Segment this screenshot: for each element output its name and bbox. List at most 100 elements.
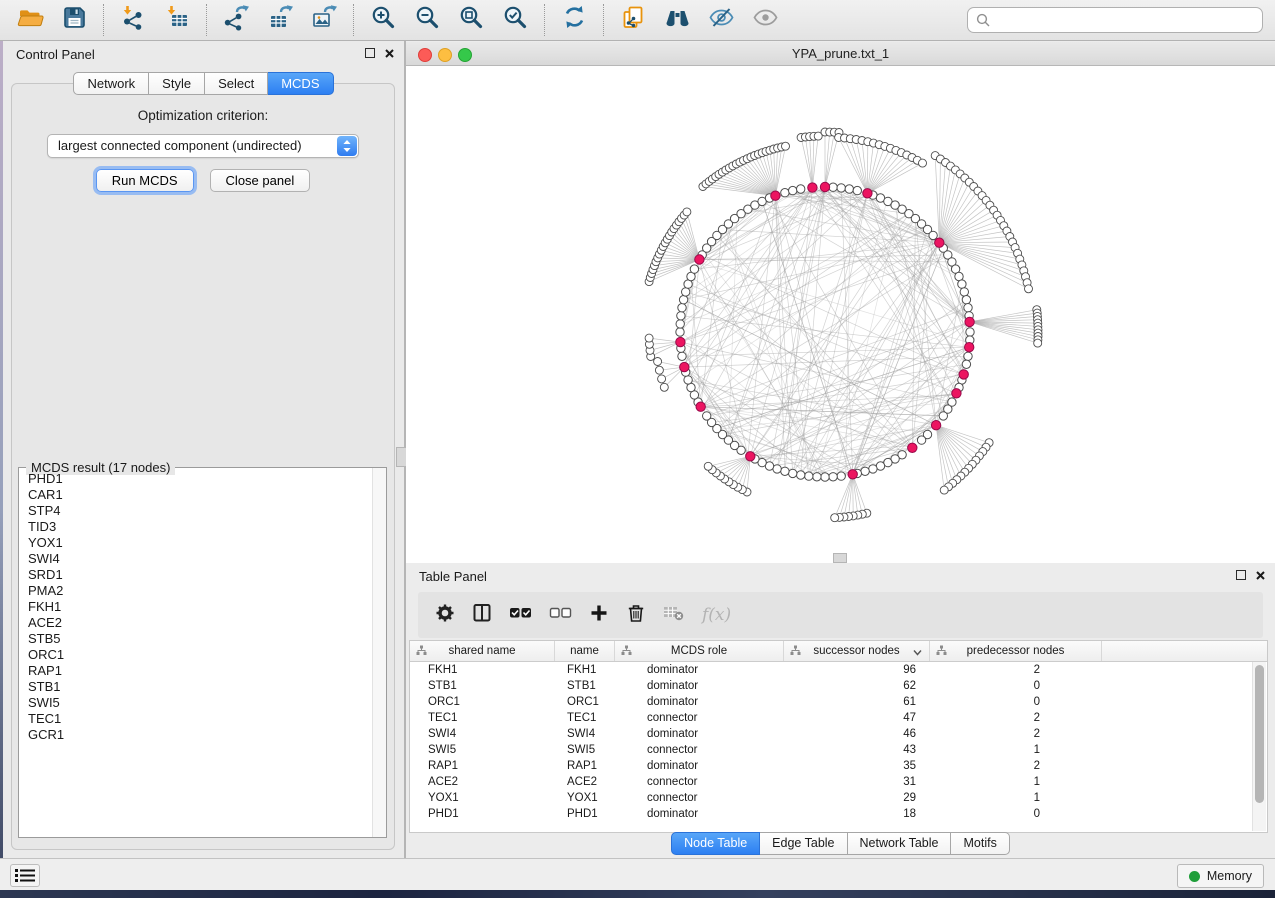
network-canvas[interactable] [406,66,1275,563]
tab-style[interactable]: Style [149,72,205,95]
tab-edge-table[interactable]: Edge Table [760,832,847,855]
mcds-result-item[interactable]: YOX1 [20,535,372,551]
open-file-button[interactable] [13,3,47,37]
fit-content-button[interactable] [454,3,488,37]
mcds-hub-node[interactable] [695,255,704,264]
float-table-panel-icon[interactable] [1236,570,1246,580]
mcds-result-item[interactable]: ACE2 [20,615,372,631]
close-table-panel-icon[interactable] [1256,571,1265,580]
mcds-result-item[interactable]: SWI4 [20,551,372,567]
search-box[interactable] [967,7,1263,33]
deselect-all-button[interactable] [549,605,572,626]
table-row[interactable]: RAP1RAP1dominator352 [410,758,1267,774]
select-all-button[interactable] [509,605,532,626]
table-row[interactable]: ORC1ORC1dominator610 [410,694,1267,710]
run-mcds-button[interactable]: Run MCDS [96,169,194,192]
hide-selected-button[interactable] [704,3,738,37]
table-row[interactable]: YOX1YOX1connector291 [410,790,1267,806]
zoom-out-button[interactable] [410,3,444,37]
table-row[interactable]: PHD1PHD1dominator180 [410,806,1267,822]
mcds-hub-node[interactable] [931,421,940,430]
mcds-result-item[interactable]: CAR1 [20,487,372,503]
close-panel-icon[interactable] [385,49,394,58]
delete-columns-button[interactable] [626,603,646,628]
table-scrollbar-thumb[interactable] [1255,665,1264,803]
column-header-shared-name[interactable]: shared name [410,641,555,661]
mcds-hub-node[interactable] [696,402,705,411]
mcds-result-item[interactable]: STB1 [20,679,372,695]
import-table-button[interactable] [160,3,194,37]
search-input[interactable] [996,12,1254,29]
mcds-hub-node[interactable] [680,362,689,371]
optimization-criterion-select[interactable]: largest connected component (undirected) [47,134,359,158]
mcds-result-item[interactable]: RAP1 [20,663,372,679]
save-session-button[interactable] [57,3,91,37]
mcds-result-item[interactable]: TEC1 [20,711,372,727]
tab-select[interactable]: Select [205,72,268,95]
create-column-button[interactable] [589,603,609,628]
mcds-hub-node[interactable] [952,389,961,398]
tab-network[interactable]: Network [73,72,149,95]
table-row[interactable]: FKH1FKH1dominator962 [410,662,1267,678]
mcds-result-scrollbar[interactable] [372,468,386,837]
mcds-result-item[interactable]: STB5 [20,631,372,647]
export-network-button[interactable] [219,3,253,37]
find-button[interactable] [660,3,694,37]
tab-mcds[interactable]: MCDS [268,72,333,95]
mcds-result-item[interactable]: PHD1 [20,471,372,487]
export-table-button[interactable] [263,3,297,37]
column-header-MCDS-role[interactable]: MCDS role [615,641,784,661]
mcds-hub-node[interactable] [771,191,780,200]
tab-node-table[interactable]: Node Table [671,832,760,855]
delete-table-button [663,603,685,628]
mcds-hub-node[interactable] [676,337,685,346]
import-network-button[interactable] [116,3,150,37]
mcds-result-item[interactable]: PMA2 [20,583,372,599]
column-header-successor-nodes[interactable]: successor nodes [784,641,930,661]
mcds-hub-node[interactable] [808,183,817,192]
mcds-result-list[interactable]: PHD1CAR1STP4TID3YOX1SWI4SRD1PMA2FKH1ACE2… [20,471,372,836]
table-scrollbar[interactable] [1252,662,1266,831]
task-history-button[interactable] [10,864,40,887]
mcds-hub-node[interactable] [965,317,974,326]
mcds-hub-node[interactable] [935,238,944,247]
mcds-hub-node[interactable] [820,182,829,191]
tab-network-table[interactable]: Network Table [848,832,952,855]
mcds-result-item[interactable]: FKH1 [20,599,372,615]
fit-selected-button[interactable] [498,3,532,37]
float-panel-icon[interactable] [365,48,375,58]
table-row[interactable]: SWI5SWI5connector431 [410,742,1267,758]
mcds-hub-node[interactable] [848,470,857,479]
mcds-hub-node[interactable] [965,343,974,352]
mcds-hub-node[interactable] [908,443,917,452]
column-header-name[interactable]: name [555,641,615,661]
mcds-result-item[interactable]: STP4 [20,503,372,519]
mcds-result-item[interactable]: SWI5 [20,695,372,711]
table-row[interactable]: SWI4SWI4dominator462 [410,726,1267,742]
column-header-predecessor-nodes[interactable]: predecessor nodes [930,641,1102,661]
mcds-hub-node[interactable] [746,452,755,461]
tab-motifs[interactable]: Motifs [951,832,1009,855]
mcds-hub-node[interactable] [863,189,872,198]
horizontal-splitter-grip[interactable] [833,553,847,563]
copy-network-icon [620,4,647,36]
table-row[interactable]: STB1STB1dominator620 [410,678,1267,694]
mcds-hub-node[interactable] [959,370,968,379]
export-image-button[interactable] [307,3,341,37]
mcds-result-item[interactable]: GCR1 [20,727,372,743]
mcds-result-item[interactable]: TID3 [20,519,372,535]
table-row[interactable]: TEC1TEC1connector472 [410,710,1267,726]
zoom-in-button[interactable] [366,3,400,37]
mcds-result-item[interactable]: ORC1 [20,647,372,663]
table-settings-button[interactable] [435,603,455,628]
new-network-from-selection-button[interactable] [616,3,650,37]
table-cell: PHD1 [410,806,555,822]
show-columns-button[interactable] [472,603,492,628]
table-row[interactable]: ACE2ACE2connector311 [410,774,1267,790]
status-bar: Memory [0,858,1275,890]
close-panel-button[interactable]: Close panel [210,169,311,192]
memory-button[interactable]: Memory [1177,864,1264,888]
control-panel-tabs: NetworkStyleSelectMCDS [3,72,404,95]
apply-layout-button[interactable] [557,3,591,37]
mcds-result-item[interactable]: SRD1 [20,567,372,583]
